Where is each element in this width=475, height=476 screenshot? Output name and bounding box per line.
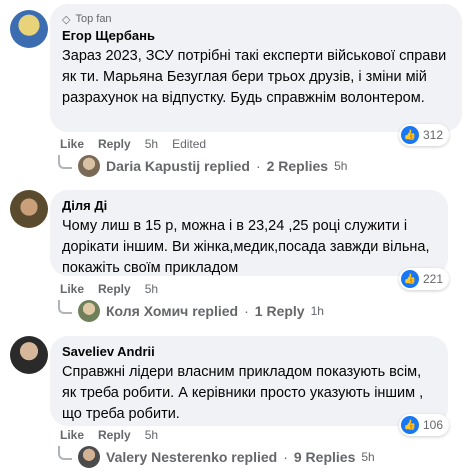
comment-actions: Like Reply 5h bbox=[60, 428, 158, 442]
comment-author[interactable]: Діля Ді bbox=[62, 198, 436, 214]
replies-author: Valery Nesterenko replied bbox=[106, 449, 278, 465]
replies-author: Daria Kapustij replied bbox=[106, 158, 250, 174]
replies-author: Коля Хомич replied bbox=[106, 303, 239, 319]
timestamp[interactable]: 5h bbox=[145, 428, 158, 442]
comment-actions: Like Reply 5h bbox=[60, 282, 158, 296]
timestamp[interactable]: 5h bbox=[145, 137, 158, 151]
avatar bbox=[78, 300, 100, 322]
avatar[interactable] bbox=[10, 190, 48, 228]
view-replies-link[interactable]: Коля Хомич replied · 1 Reply 1h bbox=[58, 300, 324, 322]
reaction-number: 312 bbox=[423, 128, 444, 142]
reaction-count[interactable]: 👍 221 bbox=[399, 268, 450, 290]
like-button[interactable]: Like bbox=[60, 428, 84, 442]
replies-count: 2 Replies bbox=[266, 158, 329, 174]
badge-label: Top fan bbox=[75, 13, 112, 25]
separator: · bbox=[255, 158, 261, 174]
reaction-count[interactable]: 👍 106 bbox=[399, 414, 450, 436]
reaction-number: 106 bbox=[423, 418, 444, 432]
replies-time: 1h bbox=[310, 304, 324, 318]
avatar[interactable] bbox=[10, 336, 48, 374]
reply-connector bbox=[58, 446, 72, 460]
reaction-count[interactable]: 👍 312 bbox=[399, 124, 450, 146]
comment-bubble: Saveliev Andrii Справжні лідери власним … bbox=[50, 336, 448, 426]
comment-bubble: Діля Ді Чому лиш в 15 р, можна і в 23,24… bbox=[50, 190, 448, 276]
reply-button[interactable]: Reply bbox=[98, 428, 131, 442]
reply-button[interactable]: Reply bbox=[98, 137, 131, 151]
reply-connector bbox=[58, 300, 72, 314]
comment-text: Чому лиш в 15 р, можна і в 23,24 ,25 роц… bbox=[62, 218, 430, 276]
like-button[interactable]: Like bbox=[60, 137, 84, 151]
separator: · bbox=[283, 449, 288, 465]
reaction-number: 221 bbox=[423, 272, 444, 286]
edited-label: Edited bbox=[172, 137, 207, 151]
view-replies-link[interactable]: Valery Nesterenko replied · 9 Replies 5h bbox=[58, 446, 375, 468]
comment-text: Зараз 2023, ЗСУ потрібні такі експерти в… bbox=[62, 48, 447, 106]
avatar[interactable] bbox=[10, 10, 48, 48]
avatar bbox=[78, 446, 100, 468]
reply-button[interactable]: Reply bbox=[98, 282, 131, 296]
comment-actions: Like Reply 5h Edited bbox=[60, 137, 206, 151]
replies-time: 5h bbox=[361, 450, 375, 464]
reply-connector bbox=[58, 155, 72, 169]
comment-text: Справжні лідери власним прикладом показу… bbox=[62, 364, 424, 422]
comment-author[interactable]: Егор Щербань bbox=[62, 28, 450, 44]
timestamp[interactable]: 5h bbox=[145, 282, 158, 296]
top-fan-badge: ◇ Top fan bbox=[62, 12, 450, 26]
comment-bubble: ◇ Top fan Егор Щербань Зараз 2023, ЗСУ п… bbox=[50, 4, 462, 132]
replies-time: 5h bbox=[334, 159, 348, 173]
replies-count: 9 Replies bbox=[293, 449, 356, 465]
thumbs-up-icon: 👍 bbox=[401, 126, 419, 144]
thumbs-up-icon: 👍 bbox=[401, 416, 419, 434]
avatar bbox=[78, 155, 100, 177]
view-replies-link[interactable]: Daria Kapustij replied · 2 Replies 5h bbox=[58, 155, 347, 177]
comment-author[interactable]: Saveliev Andrii bbox=[62, 344, 436, 360]
diamond-icon: ◇ bbox=[62, 13, 71, 26]
replies-count: 1 Reply bbox=[254, 303, 305, 319]
like-button[interactable]: Like bbox=[60, 282, 84, 296]
separator: · bbox=[244, 303, 249, 319]
thumbs-up-icon: 👍 bbox=[401, 270, 419, 288]
